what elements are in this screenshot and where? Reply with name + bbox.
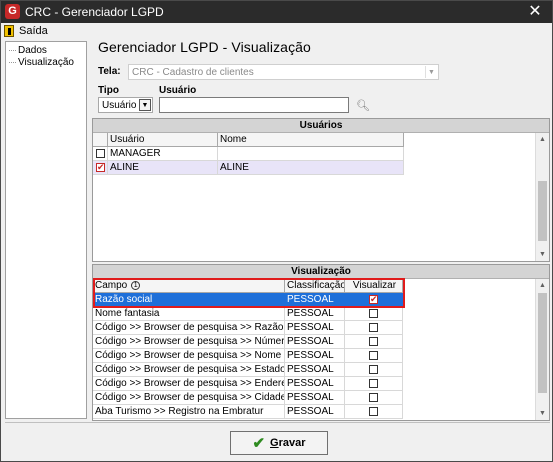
tree-item-label: Visualização [18, 57, 74, 68]
save-label-rest: ravar [278, 437, 306, 449]
cell-classificacao: PESSOAL [285, 349, 345, 363]
check-icon: ✔ [252, 434, 266, 452]
info-badge-icon: 1 [131, 280, 141, 290]
tree-item-visualizacao[interactable]: Visualização [9, 56, 74, 69]
scroll-up-icon[interactable]: ▲ [536, 133, 549, 146]
tipo-select-value: Usuário [102, 100, 137, 111]
navigation-tree: Dados Visualização [5, 41, 87, 419]
tipo-select[interactable]: Usuário ▼ [98, 97, 153, 113]
visualizar-checkbox[interactable] [369, 379, 378, 388]
scroll-down-icon[interactable]: ▼ [536, 407, 549, 420]
menu-bar: Saída [1, 23, 552, 39]
tree-connector [9, 50, 16, 51]
cell-campo: Razão social [93, 293, 285, 307]
cell-classificacao: PESSOAL [285, 405, 345, 419]
visualizacao-scrollbar[interactable]: ▲ ▼ [535, 279, 549, 420]
visualizar-checkbox[interactable] [369, 393, 378, 402]
user-checkbox[interactable] [96, 162, 105, 173]
tree-connector [9, 62, 16, 63]
header-checkbox-column [93, 133, 108, 147]
cell-campo: Código >> Browser de pesquisa >> Endereç… [93, 377, 285, 391]
visualizar-checkbox[interactable] [369, 365, 378, 374]
visualizar-checkbox[interactable] [369, 407, 378, 416]
row-checkbox-cell [93, 161, 108, 175]
visualizacao-panel-title: Visualização [93, 265, 549, 279]
cell-visualizar [345, 307, 403, 321]
tipo-label: Tipo [98, 85, 119, 96]
column-header-campo[interactable]: Campo 1 [93, 279, 285, 293]
cell-visualizar [345, 363, 403, 377]
cell-usuario: ALINE [108, 161, 218, 175]
scroll-thumb[interactable] [538, 293, 547, 393]
usuario-input[interactable] [159, 97, 349, 113]
visualizar-checkbox[interactable] [369, 294, 378, 305]
cell-visualizar [345, 293, 403, 307]
tela-label: Tela: [98, 66, 121, 77]
visualizar-checkbox[interactable] [369, 351, 378, 360]
user-checkbox[interactable] [96, 149, 105, 158]
cell-visualizar [345, 391, 403, 405]
column-header-nome[interactable]: Nome [218, 133, 404, 147]
cell-visualizar [345, 335, 403, 349]
users-table: Usuário Nome MANAGER ALINE ALINE [93, 133, 535, 261]
cell-visualizar [345, 349, 403, 363]
users-panel-title: Usuários [93, 119, 549, 133]
cell-visualizar [345, 321, 403, 335]
app-logo-icon: G [5, 4, 20, 19]
cell-classificacao: PESSOAL [285, 321, 345, 335]
visualizar-checkbox[interactable] [369, 337, 378, 346]
cell-nome: ALINE [218, 161, 404, 175]
cell-classificacao: PESSOAL [285, 363, 345, 377]
cell-campo: Código >> Browser de pesquisa >> Estado [93, 363, 285, 377]
cell-classificacao: PESSOAL [285, 293, 345, 307]
cell-campo: Código >> Browser de pesquisa >> Cidade [93, 391, 285, 405]
cell-visualizar [345, 405, 403, 419]
cell-usuario: MANAGER [108, 147, 218, 161]
menu-item-exit-label: Saída [19, 25, 48, 37]
tela-select-value: CRC - Cadastro de clientes [132, 67, 254, 78]
binoculars-icon[interactable]: 🔍︎ [352, 97, 374, 113]
close-icon[interactable]: ✕ [524, 2, 546, 22]
main-panel: Gerenciador LGPD - Visualização Tela: CR… [90, 39, 550, 421]
exit-door-icon [4, 25, 14, 37]
visualizar-checkbox[interactable] [369, 309, 378, 318]
chevron-down-icon: ▼ [139, 99, 151, 111]
scroll-up-icon[interactable]: ▲ [536, 279, 549, 292]
tela-select[interactable]: CRC - Cadastro de clientes ▼ [128, 64, 439, 80]
visualizacao-table: Campo 1 Classificação Visualizar Razão so… [93, 279, 535, 420]
cell-campo: Código >> Browser de pesquisa >> Nome Fa… [93, 349, 285, 363]
cell-campo: Código >> Browser de pesquisa >> Número [93, 335, 285, 349]
cell-campo: Nome fantasia [93, 307, 285, 321]
usuario-label: Usuário [159, 85, 197, 96]
visualizacao-panel: Visualização Campo 1 Classificação Visual… [92, 264, 550, 421]
scroll-down-icon[interactable]: ▼ [536, 248, 549, 261]
cell-classificacao: PESSOAL [285, 335, 345, 349]
row-checkbox-cell [93, 147, 108, 161]
column-header-usuario[interactable]: Usuário [108, 133, 218, 147]
window-title: CRC - Gerenciador LGPD [25, 5, 164, 19]
visualizar-checkbox[interactable] [369, 323, 378, 332]
save-button[interactable]: ✔ Gravar [230, 431, 328, 455]
column-header-visualizar[interactable]: Visualizar [345, 279, 403, 293]
cell-campo: Aba Turismo >> Registro na Embratur [93, 405, 285, 419]
column-header-campo-label: Campo [95, 280, 128, 291]
cell-nome [218, 147, 404, 161]
cell-campo: Código >> Browser de pesquisa >> Razão S… [93, 321, 285, 335]
cell-classificacao: PESSOAL [285, 307, 345, 321]
menu-item-exit[interactable]: Saída [4, 24, 48, 38]
page-title: Gerenciador LGPD - Visualização [98, 39, 311, 55]
save-button-label: Gravar [270, 437, 305, 449]
users-panel: Usuários Usuário Nome MANAGER ✔ ALINE AL… [92, 118, 550, 262]
cell-visualizar [345, 377, 403, 391]
users-scrollbar[interactable]: ▲ ▼ [535, 133, 549, 261]
save-hotkey-letter: G [270, 437, 279, 449]
column-header-classificacao[interactable]: Classificação [285, 279, 345, 293]
main-window: G CRC - Gerenciador LGPD ✕ Saída Dados V… [0, 0, 553, 462]
chevron-down-icon: ▼ [425, 66, 437, 78]
title-bar: G CRC - Gerenciador LGPD ✕ [1, 1, 552, 23]
scroll-thumb[interactable] [538, 181, 547, 241]
cell-classificacao: PESSOAL [285, 377, 345, 391]
footer-bar: ✔ Gravar [5, 422, 550, 460]
cell-classificacao: PESSOAL [285, 391, 345, 405]
